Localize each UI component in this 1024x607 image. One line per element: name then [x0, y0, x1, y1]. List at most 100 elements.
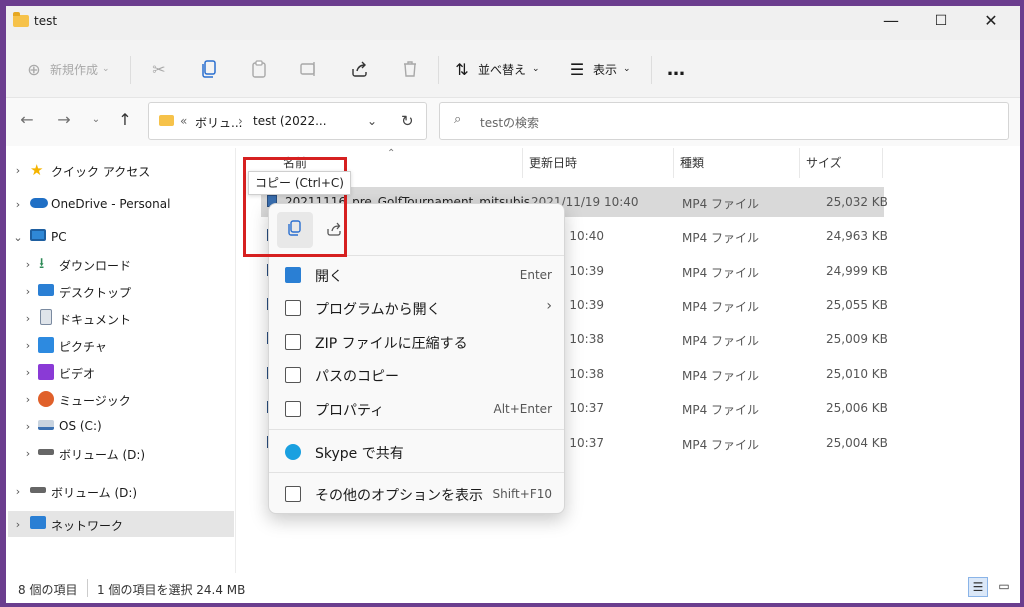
column-header-size[interactable]: サイズ	[800, 148, 883, 178]
chevron-right-icon[interactable]: ›	[23, 420, 33, 433]
refresh-icon[interactable]: ↻	[401, 112, 414, 130]
up-button[interactable]: ↑	[113, 108, 137, 132]
star-icon: ★	[30, 161, 44, 179]
chevron-right-icon[interactable]: ›	[23, 393, 33, 406]
drive-icon	[30, 487, 46, 493]
chevron-right-icon[interactable]: ›	[13, 518, 23, 531]
file-size: 24,963 KB	[826, 229, 888, 243]
chevron-right-icon[interactable]: ›	[23, 312, 33, 325]
delete-button[interactable]	[400, 54, 420, 84]
sidebar-item-documents[interactable]: › ドキュメント	[6, 305, 235, 331]
file-size: 25,006 KB	[826, 401, 888, 415]
menu-item-skype-share[interactable]: Skype で共有	[273, 436, 562, 468]
rename-button[interactable]	[299, 54, 319, 84]
file-type: MP4 ファイル	[682, 334, 760, 348]
maximize-button[interactable]: ☐	[918, 6, 964, 36]
sidebar-item-volume-d-root[interactable]: › ボリューム (D:)	[6, 478, 235, 504]
plus-circle-icon: ⊕	[27, 59, 41, 79]
rename-icon	[299, 59, 319, 79]
sidebar-item-desktop[interactable]: › デスクトップ	[6, 278, 235, 304]
menu-item-label: Skype で共有	[315, 446, 404, 462]
close-button[interactable]: ✕	[968, 6, 1014, 36]
chevron-right-icon[interactable]: ›	[13, 485, 23, 498]
search-box[interactable]: ⌕ testの検索	[439, 102, 1009, 140]
menu-item-open[interactable]: 開く Enter	[273, 259, 562, 291]
chevron-right-icon[interactable]: ›	[23, 258, 33, 271]
music-icon	[38, 391, 54, 407]
chevron-right-icon[interactable]: ›	[23, 366, 33, 379]
tiles-view-icon[interactable]: ▭	[994, 577, 1014, 597]
menu-item-copy-path[interactable]: パスのコピー	[273, 359, 562, 391]
search-icon: ⌕	[454, 112, 462, 127]
sidebar-item-onedrive[interactable]: › OneDrive - Personal	[6, 191, 235, 217]
address-bar[interactable]: « ボリュ... › test (2022... ⌄ ↻	[148, 102, 427, 140]
sidebar-item-volume-d[interactable]: › ボリューム (D:)	[6, 440, 235, 466]
recent-button[interactable]: ⌄	[84, 108, 108, 132]
file-size: 25,055 KB	[826, 298, 888, 312]
title-bar: test — ☐ ✕	[6, 6, 1020, 40]
os-drive-icon	[38, 420, 54, 430]
sidebar-item-pictures[interactable]: › ピクチャ	[6, 332, 235, 358]
column-header-date[interactable]: 更新日時	[523, 148, 674, 178]
menu-item-label: プロパティ	[315, 403, 385, 419]
sidebar-item-pc[interactable]: ⌄ PC	[6, 224, 235, 250]
overflow-chevron[interactable]: «	[180, 114, 187, 128]
chevron-down-icon[interactable]: ⌄	[13, 231, 23, 244]
status-bar: 8 個の項目 1 個の項目を選択 24.4 MB ☰ ▭	[6, 573, 1020, 603]
copy-button[interactable]	[199, 54, 219, 84]
open-with-icon	[285, 300, 301, 316]
sort-icon: ⇅	[455, 59, 469, 79]
new-button[interactable]: ⊕ 新規作成 ⌄	[24, 54, 109, 84]
breadcrumb-test[interactable]: test (2022...	[253, 114, 327, 128]
forward-button[interactable]: →	[52, 108, 76, 132]
divider	[651, 56, 652, 84]
sidebar-item-quick-access[interactable]: › ★ クイック アクセス	[6, 157, 235, 183]
chevron-right-icon[interactable]: ›	[13, 198, 23, 211]
menu-item-more-options[interactable]: その他のオプションを表示 Shift+F10	[273, 478, 562, 510]
details-view-icon[interactable]: ☰	[968, 577, 988, 597]
chevron-right-icon[interactable]: ›	[13, 164, 23, 177]
share-button[interactable]	[350, 54, 370, 84]
new-label: 新規作成	[50, 62, 99, 77]
sidebar-item-videos[interactable]: › ビデオ	[6, 359, 235, 385]
file-size: 24,999 KB	[826, 264, 888, 278]
divider	[438, 56, 439, 84]
chevron-right-icon[interactable]: ›	[23, 339, 33, 352]
skype-icon	[285, 444, 301, 460]
menu-item-label: その他のオプションを表示	[315, 488, 483, 504]
trash-icon	[400, 59, 420, 79]
paste-button[interactable]	[249, 54, 269, 84]
sidebar-item-label: OS (C:)	[59, 419, 102, 433]
back-button[interactable]: ←	[15, 108, 39, 132]
breadcrumb-volume[interactable]: ボリュ...	[195, 114, 242, 131]
view-button[interactable]: ☰ 表示 ⌄	[567, 54, 631, 84]
menu-item-properties[interactable]: プロパティ Alt+Enter	[273, 393, 562, 425]
copy-path-icon	[285, 367, 301, 383]
minimize-button[interactable]: —	[868, 6, 914, 36]
scissors-icon: ✂	[152, 59, 166, 79]
chevron-right-icon[interactable]: ›	[23, 447, 33, 460]
cut-button[interactable]: ✂	[149, 54, 169, 84]
sidebar-item-os-c[interactable]: › OS (C:)	[6, 413, 235, 439]
sidebar-item-label: OneDrive - Personal	[51, 197, 171, 211]
sidebar-item-downloads[interactable]: › ⭳ ダウンロード	[6, 251, 235, 277]
column-header-type[interactable]: 種類	[674, 148, 800, 178]
sort-button[interactable]: ⇅ 並べ替え ⌄	[452, 54, 539, 84]
folder-icon	[13, 12, 29, 27]
menu-item-label: パスのコピー	[315, 369, 399, 385]
chevron-down-icon[interactable]: ⌄	[367, 114, 377, 128]
sidebar-item-music[interactable]: › ミュージック	[6, 386, 235, 412]
list-view-icon: ☰	[569, 59, 585, 79]
sidebar-item-network[interactable]: › ネットワーク	[8, 511, 234, 537]
menu-item-open-with[interactable]: プログラムから開く ›	[273, 292, 562, 324]
network-icon	[30, 516, 46, 529]
menu-item-compress-zip[interactable]: ZIP ファイルに圧縮する	[273, 326, 562, 358]
address-row: ← → ⌄ ↑ « ボリュ... › test (2022... ⌄ ↻ ⌕ t…	[6, 98, 1020, 146]
more-button[interactable]: …	[667, 54, 685, 84]
file-size: 25,032 KB	[826, 195, 888, 209]
file-type: MP4 ファイル	[682, 300, 760, 314]
chevron-right-icon[interactable]: ›	[23, 285, 33, 298]
drive-icon	[38, 449, 54, 455]
menu-item-label: 開く	[315, 269, 343, 285]
arrow-right-icon: →	[57, 110, 71, 129]
